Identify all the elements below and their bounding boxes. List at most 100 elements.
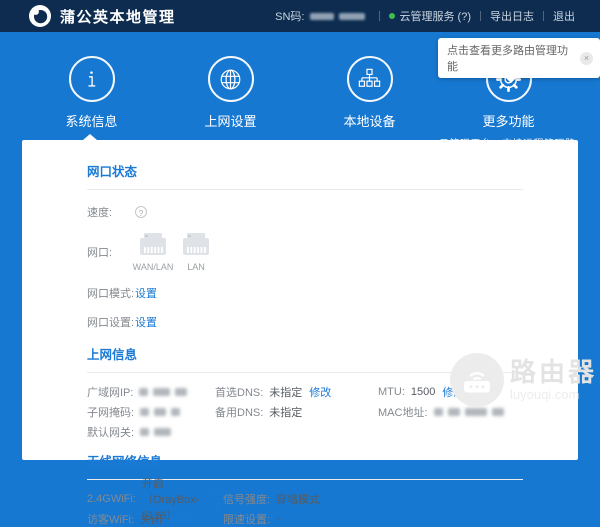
nav-label: 更多功能 [482,114,535,129]
wireless-col-2: 信号强度: 穿墙模式 限速设置: - [223,484,523,526]
mac-row: MAC地址: [378,406,523,419]
internet-col-1: 广域网IP: 子网掩码: 默认网关: [87,377,215,439]
nav-item-system-info[interactable]: 系统信息 [22,56,161,165]
redacted-value [433,407,443,416]
port-mode-settings-link[interactable]: 设置 [135,285,157,301]
port-list: WAN/LAN LAN [132,231,214,272]
redacted-value [447,407,460,416]
sn-redacted-value [309,12,334,20]
nav-item-local-devices[interactable]: 本地设备 [300,56,439,165]
topbar-actions: SN码: 云管理服务 (?) 导出日志 退出 [275,8,575,24]
mtu-label: MTU: [378,385,405,398]
info-icon [68,56,115,102]
watermark: 路由器 luyouqi.com [450,353,597,407]
guest-wifi-row: 访客WiFi: 关闭 修改 [87,511,223,527]
mac-label: MAC地址: [378,406,428,419]
speed-row: 速度: ? [87,204,523,220]
cloud-status-dot [388,13,395,19]
redacted-value [154,407,167,416]
ethernet-port-icon [183,233,209,255]
ports-row: 网口: WAN/LAN LAN [87,231,523,272]
port-label: 网口: [87,246,113,259]
topbar: 蒲公英本地管理 SN码: 云管理服务 (?) 导出日志 退出 [0,0,600,32]
signal-row: 信号强度: 穿墙模式 [223,493,523,506]
export-log-link[interactable]: 导出日志 [490,8,534,24]
speed-limit-row: 限速设置: - [223,512,523,526]
redacted-value [491,407,504,416]
nav-label: 上网设置 [204,114,257,129]
logout-link[interactable]: 退出 [553,8,575,24]
dns2-row: 备用DNS: 未指定 [215,406,378,419]
app-title: 蒲公英本地管理 [60,8,176,26]
gateway-label: 默认网关: [87,426,135,439]
nav-label: 系统信息 [65,114,118,129]
port-name: WAN/LAN [132,262,174,272]
port-wan-lan: WAN/LAN [132,231,174,272]
port-setting-settings-link[interactable]: 设置 [135,314,157,330]
port-lan: LAN [178,231,214,272]
redacted-value [139,387,149,396]
gateway-row: 默认网关: [87,426,215,439]
tooltip-text: 点击查看更多路由管理功能 [447,45,568,73]
wifi24-edit-link[interactable]: 修改 [211,483,223,515]
dns2-value: 未指定 [269,406,303,419]
signal-label: 信号强度: [223,493,271,506]
more-features-tooltip: 点击查看更多路由管理功能 × [438,38,600,83]
port-setting-row: 网口设置: 设置 [87,314,523,330]
separator [378,11,380,21]
guest-wifi-edit-link[interactable]: 修改 [169,511,191,527]
section-title-port-status: 网口状态 [87,161,523,190]
cloud-service-link[interactable]: 云管理服务 (?) [400,8,472,24]
watermark-en: luyouqi.com [510,387,580,402]
redacted-value [171,407,181,416]
sn-redacted-value [338,12,365,20]
subnet-label: 子网掩码: [87,406,135,419]
speed-limit-value: - [276,512,280,525]
speed-label: 速度: [87,207,113,219]
port-mode-row: 网口模式: 设置 [87,285,523,301]
redacted-value [175,387,188,396]
subnet-row: 子网掩码: [87,406,215,419]
wan-ip-label: 广域网IP: [87,386,134,399]
dns1-label: 首选DNS: [215,386,264,399]
globe-icon [207,56,254,102]
close-icon[interactable]: × [580,51,593,65]
router-icon [450,353,504,407]
redacted-value [140,407,150,416]
speed-limit-label: 限速设置: [223,513,271,526]
watermark-cn: 路由器 [510,357,598,387]
watermark-text: 路由器 luyouqi.com [510,359,597,401]
signal-value: 穿墙模式 [276,493,321,506]
guest-wifi-label: 访客WiFi: [87,513,135,526]
redacted-value [154,427,172,436]
wireless-info-grid: 2.4GWiFi: 开启（OrayBox-5126） 修改 访客WiFi: 关闭… [87,478,523,527]
redacted-value [464,407,487,416]
devices-icon [346,56,393,102]
dns1-edit-link[interactable]: 修改 [309,384,331,400]
sn-label: SN码: [275,11,305,23]
content-card: 网口状态 速度: ? 网口: WAN/LAN LAN 网口模式: 设置 网口设置… [22,134,594,526]
dns1-row: 首选DNS: 未指定 修改 [215,384,378,400]
ethernet-port-icon [140,233,166,255]
redacted-value [140,427,150,436]
nav-label: 本地设备 [343,114,396,129]
app-logo-icon [29,5,51,27]
separator [480,11,481,21]
internet-col-2: 首选DNS: 未指定 修改 备用DNS: 未指定 [215,377,378,437]
mtu-value: 1500 [410,385,436,398]
help-icon[interactable]: ? [135,206,147,218]
nav-subtitle: 云管理平台，支持远程管理路由器 [439,139,576,165]
separator [543,11,544,21]
wan-ip-row: 广域网IP: [87,386,215,399]
redacted-value [153,387,171,396]
nav-item-internet-settings[interactable]: 上网设置 [161,56,300,165]
dns1-value: 未指定 [269,386,303,399]
wifi24-label: 2.4GWiFi: [87,492,136,505]
port-setting-label: 网口设置: [87,317,135,329]
wifi24-row: 2.4GWiFi: 开启（OrayBox-5126） 修改 [87,478,223,522]
wireless-col-1: 2.4GWiFi: 开启（OrayBox-5126） 修改 访客WiFi: 关闭… [87,478,223,527]
guest-wifi-value: 关闭 [140,513,163,526]
port-mode-label: 网口模式: [87,288,135,300]
dns2-label: 备用DNS: [215,406,264,419]
port-name: LAN [187,262,205,272]
